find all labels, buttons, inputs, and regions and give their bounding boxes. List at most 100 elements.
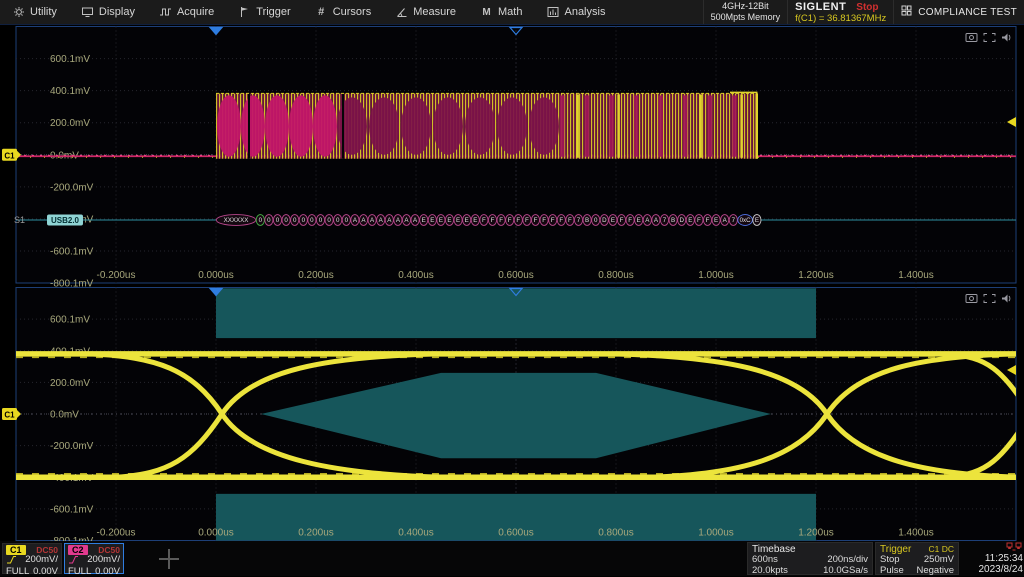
menu-item-label: Acquire	[177, 6, 214, 18]
x-axis-label: 0.800us	[598, 528, 634, 539]
x-axis-label: 1.200us	[798, 270, 834, 281]
decode-symbol-text: 7	[577, 217, 581, 224]
decode-symbol-text: F	[551, 217, 555, 224]
menu-item-math[interactable]: M Math	[468, 0, 534, 24]
y-axis-label: 0.0mV	[50, 410, 79, 421]
date-display: 2023/8/24	[961, 564, 1023, 575]
decode-symbol-text: E	[456, 217, 460, 224]
menu-item-label: Math	[498, 6, 522, 18]
svg-text:C1: C1	[4, 411, 15, 420]
compliance-test-button[interactable]: COMPLIANCE TEST	[893, 0, 1024, 24]
acquisition-info: 4GHz-12Bit 500Mpts Memory	[703, 0, 788, 24]
run-state-badge[interactable]: Stop	[856, 2, 878, 13]
x-axis-label: 0.200us	[298, 528, 334, 539]
x-axis-label: 1.400us	[898, 528, 934, 539]
x-axis-label: 1.000us	[698, 270, 734, 281]
decode-symbol-text: E	[439, 217, 443, 224]
decode-symbol-text: F	[706, 217, 710, 224]
decode-symbol-text: 0	[327, 217, 331, 224]
channel-box-c2[interactable]: C2DC50200mV/FULL0.00V	[64, 543, 124, 574]
decode-symbol-text: 0	[319, 217, 323, 224]
header-right: 4GHz-12Bit 500Mpts Memory SIGLENT Stop f…	[703, 0, 1024, 24]
decode-symbol-text: E	[688, 217, 692, 224]
decode-source-label: S1	[14, 215, 25, 225]
channel-boxes: C1DC50200mV/FULL0.00VC2DC50200mV/FULL0.0…	[0, 543, 124, 574]
channel-box-c1[interactable]: C1DC50200mV/FULL0.00V	[2, 543, 62, 574]
decode-symbol-text: D	[602, 217, 607, 224]
menu-item-utility[interactable]: Utility	[0, 0, 69, 24]
menu-item-trigger[interactable]: Trigger	[226, 0, 302, 24]
network-icon[interactable]	[1006, 542, 1022, 555]
decode-symbol-text: F	[508, 217, 512, 224]
menu-item-display[interactable]: Display	[69, 0, 147, 24]
menu-item-cursors[interactable]: # Cursors	[303, 0, 384, 24]
decode-symbol-text: F	[491, 217, 495, 224]
channel-badge: C1	[6, 545, 26, 555]
y-axis-label: 600.1mV	[50, 54, 90, 65]
x-axis-label: 0.600us	[498, 270, 534, 281]
svg-text:C1: C1	[4, 151, 15, 160]
timebase-box[interactable]: Timebase 600ns 200ns/div 20.0kpts 10.0GS…	[747, 542, 873, 575]
compliance-test-label: COMPLIANCE TEST	[918, 7, 1017, 18]
decode-symbol-text: F	[697, 217, 701, 224]
add-channel-button[interactable]	[152, 546, 186, 572]
decode-symbol-text: 0	[293, 217, 297, 224]
decode-symbol-text: F	[534, 217, 538, 224]
menu-item-label: Cursors	[333, 6, 372, 18]
decode-symbol-text: F	[482, 217, 486, 224]
waveform-panel: 600.1mV400.1mV200.0mV0.0mV-200.0mV-400.1…	[2, 27, 1016, 290]
x-axis-label: -0.200us	[97, 528, 136, 539]
menu-item-label: Measure	[413, 6, 456, 18]
decode-symbol-text: 0	[302, 217, 306, 224]
decode-symbol-text: 7	[663, 217, 667, 224]
measure-icon	[395, 6, 408, 19]
decode-symbol-text: 0	[594, 217, 598, 224]
x-axis-label: 0.200us	[298, 270, 334, 281]
scope-display: 600.1mV400.1mV200.0mV0.0mV-200.0mV-400.1…	[0, 0, 1024, 576]
decode-symbol-text: 0	[336, 217, 340, 224]
trigger-type: Pulse	[880, 566, 904, 577]
menu-item-analysis[interactable]: Analysis	[534, 0, 617, 24]
decode-symbol-text: 0xC	[740, 217, 752, 224]
decode-symbol-text: F	[628, 217, 632, 224]
decode-symbol-text: E	[473, 217, 477, 224]
flag-icon	[238, 6, 251, 19]
decode-symbol-text: XXXXXX	[224, 217, 249, 224]
cursors-icon: #	[315, 6, 328, 19]
x-axis-label: 0.400us	[398, 270, 434, 281]
x-axis-label: 0.000us	[198, 528, 234, 539]
menu-item-label: Utility	[30, 6, 57, 18]
decode-symbol-text: D	[679, 217, 684, 224]
decode-symbol-text: B	[671, 217, 675, 224]
x-axis-label: 0.600us	[498, 528, 534, 539]
decode-symbol-text: 0	[345, 217, 349, 224]
decode-symbol-text: E	[755, 217, 759, 224]
decode-symbol-text: 0	[284, 217, 288, 224]
decode-symbol-text: F	[525, 217, 529, 224]
decode-symbol-text: F	[568, 217, 572, 224]
trigger-box[interactable]: Trigger C1 DC Stop 250mV Pulse Negative	[875, 542, 959, 575]
decode-symbol-text: E	[422, 217, 426, 224]
math-icon: M	[480, 6, 493, 19]
channel-badge: C2	[68, 545, 88, 555]
menu-item-measure[interactable]: Measure	[383, 0, 468, 24]
menu-item-acquire[interactable]: Acquire	[147, 0, 226, 24]
decode-symbol-text: F	[620, 217, 624, 224]
y-axis-label: -600.1mV	[50, 504, 94, 515]
display-icon	[81, 6, 94, 19]
x-axis-label: 0.400us	[398, 528, 434, 539]
decode-symbol-text: E	[430, 217, 434, 224]
decode-symbol-text: E	[447, 217, 451, 224]
decode-symbol-text: F	[499, 217, 503, 224]
trigger-slope: Negative	[917, 566, 955, 577]
status-bar: C1DC50200mV/FULL0.00VC2DC50200mV/FULL0.0…	[0, 541, 1024, 576]
decode-symbol-text: E	[714, 217, 718, 224]
compliance-mask	[216, 288, 816, 540]
x-axis-label: 1.200us	[798, 528, 834, 539]
x-axis-label: 1.000us	[698, 528, 734, 539]
timebase-delay: 600ns	[752, 555, 778, 566]
decode-symbol-text: F	[559, 217, 563, 224]
decode-symbol-text: B	[585, 217, 589, 224]
frequency-counter: f(C1) = 36.81367MHz	[795, 13, 886, 24]
timebase-scale: 200ns/div	[827, 555, 868, 566]
